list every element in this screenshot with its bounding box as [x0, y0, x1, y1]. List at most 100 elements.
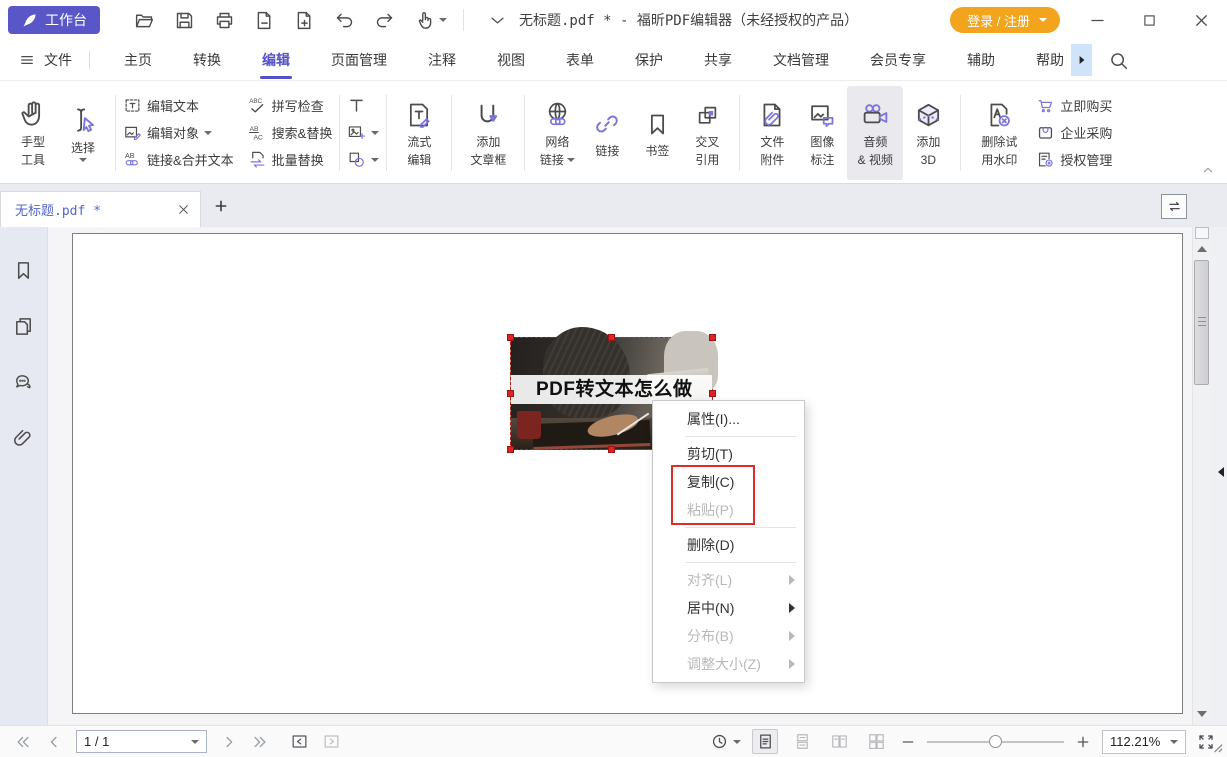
open-file-button[interactable]	[134, 10, 155, 31]
scroll-down-arrow[interactable]	[1197, 711, 1207, 717]
menu-home[interactable]: 主页	[124, 50, 152, 70]
menu-convert[interactable]: 转换	[193, 50, 221, 70]
auto-scroll-button[interactable]	[710, 732, 741, 751]
batch-replace-button[interactable]: 批量替换	[248, 149, 333, 171]
menu-member[interactable]: 会员专享	[870, 50, 926, 70]
hand-tool-button[interactable]: 手型 工具	[8, 86, 58, 180]
cross-reference-button[interactable]: 交叉 引用	[682, 86, 732, 180]
zoom-out-button[interactable]	[900, 734, 916, 750]
license-management-button[interactable]: 授权管理	[1036, 149, 1112, 171]
search-button[interactable]	[1108, 50, 1129, 71]
zoom-slider-thumb[interactable]	[989, 735, 1002, 748]
menu-help[interactable]: 帮助	[1036, 50, 1064, 70]
undo-button[interactable]	[334, 10, 355, 31]
file-attachment-button[interactable]: 文件 附件	[747, 86, 797, 180]
add-3d-button[interactable]: 添加 3D	[903, 86, 953, 180]
menu-edit[interactable]: 编辑	[262, 50, 290, 70]
resize-handle-w[interactable]	[507, 390, 514, 397]
resize-handle-e[interactable]	[709, 390, 716, 397]
context-menu-properties[interactable]: 属性(I)...	[653, 405, 804, 433]
page-number-combobox[interactable]: 1 / 1	[76, 730, 207, 753]
chevron-down-icon[interactable]	[488, 11, 507, 30]
single-page-view-button[interactable]	[752, 729, 778, 754]
close-button[interactable]	[1175, 0, 1227, 40]
save-button[interactable]	[174, 10, 195, 31]
last-page-button[interactable]	[251, 733, 269, 751]
maximize-button[interactable]	[1123, 0, 1175, 40]
spell-check-button[interactable]: ABC 拼写检查	[248, 95, 333, 117]
remove-page-button[interactable]	[254, 10, 275, 31]
menu-accessibility[interactable]: 辅助	[967, 50, 995, 70]
zoom-slider[interactable]	[927, 732, 1064, 752]
context-menu-distribute[interactable]: 分布(B)	[653, 622, 804, 650]
menu-doc-management[interactable]: 文档管理	[773, 50, 829, 70]
context-menu-center[interactable]: 居中(N)	[653, 594, 804, 622]
workspace-button[interactable]: 工作台	[8, 6, 100, 34]
facing-view-button[interactable]	[826, 729, 852, 754]
previous-page-button[interactable]	[45, 733, 63, 751]
resize-handle-nw[interactable]	[507, 334, 514, 341]
context-menu-resize[interactable]: 调整大小(Z)	[653, 650, 804, 678]
context-menu-paste[interactable]: 粘贴(P)	[653, 496, 804, 524]
resize-handle-s[interactable]	[608, 446, 615, 453]
menu-page-management[interactable]: 页面管理	[331, 50, 387, 70]
remove-trial-watermark-button[interactable]: 删除试 用水印	[968, 86, 1030, 180]
context-menu-cut[interactable]: 剪切(T)	[653, 440, 804, 468]
menu-form[interactable]: 表单	[566, 50, 594, 70]
first-page-button[interactable]	[14, 733, 32, 751]
menu-overflow-button[interactable]	[1071, 44, 1092, 76]
add-text-button[interactable]	[347, 95, 379, 117]
context-menu-copy[interactable]: 复制(C)	[653, 468, 804, 496]
context-menu-delete[interactable]: 删除(D)	[653, 531, 804, 559]
previous-view-button[interactable]	[290, 732, 309, 751]
bookmark-button[interactable]: 书签	[632, 86, 682, 180]
menu-file[interactable]: 文件	[18, 50, 72, 70]
print-button[interactable]	[214, 10, 235, 31]
scrollbar-thumb[interactable]	[1194, 260, 1209, 385]
switch-tabs-button[interactable]	[1161, 194, 1187, 219]
window-resize-grip[interactable]	[1205, 735, 1225, 755]
add-shape-button[interactable]	[347, 149, 379, 171]
sidebar-pages-button[interactable]	[12, 315, 35, 338]
context-menu-align[interactable]: 对齐(L)	[653, 566, 804, 594]
sidebar-comments-button[interactable]	[12, 371, 35, 394]
edit-object-button[interactable]: 编辑对象	[123, 122, 234, 144]
buy-now-button[interactable]: 立即购买	[1036, 95, 1112, 117]
vertical-scrollbar[interactable]	[1192, 227, 1210, 725]
edit-text-button[interactable]: 编辑文本	[123, 95, 234, 117]
menu-protect[interactable]: 保护	[635, 50, 663, 70]
minimize-button[interactable]	[1071, 0, 1123, 40]
web-link-button[interactable]: 网络 链接	[532, 86, 582, 180]
tab-close-icon[interactable]	[176, 202, 191, 217]
select-tool-button[interactable]: 选择	[58, 86, 108, 180]
next-view-button[interactable]	[322, 732, 341, 751]
stream-edit-button[interactable]: 流式 编辑	[394, 86, 444, 180]
zoom-in-button[interactable]	[1075, 734, 1091, 750]
enterprise-purchase-button[interactable]: 企业采购	[1036, 122, 1112, 144]
menu-view[interactable]: 视图	[497, 50, 525, 70]
next-page-button[interactable]	[220, 733, 238, 751]
scroll-up-arrow[interactable]	[1197, 246, 1207, 252]
audio-video-button[interactable]: 音频 & 视频	[847, 86, 903, 180]
continuous-view-button[interactable]	[789, 729, 815, 754]
resize-handle-sw[interactable]	[507, 446, 514, 453]
image-annotation-button[interactable]: 图像 标注	[797, 86, 847, 180]
sidebar-attachments-button[interactable]	[12, 427, 35, 450]
facing-continuous-view-button[interactable]	[863, 729, 889, 754]
document-tab[interactable]: 无标题.pdf *	[0, 191, 201, 227]
resize-handle-ne[interactable]	[709, 334, 716, 341]
login-register-button[interactable]: 登录 / 注册	[950, 7, 1060, 33]
menu-comment[interactable]: 注释	[428, 50, 456, 70]
link-merge-text-button[interactable]: AB 链接&合并文本	[123, 149, 234, 171]
redo-button[interactable]	[374, 10, 395, 31]
scrollbar-split-handle[interactable]	[1195, 227, 1209, 239]
link-button[interactable]: 链接	[582, 86, 632, 180]
add-article-box-button[interactable]: 添加 文章框	[459, 86, 517, 180]
resize-handle-n[interactable]	[608, 334, 615, 341]
zoom-level-combobox[interactable]: 112.21%	[1102, 730, 1186, 754]
search-replace-button[interactable]: ABAC 搜索&替换	[248, 122, 333, 144]
sidebar-bookmarks-button[interactable]	[12, 259, 35, 282]
menu-share[interactable]: 共享	[704, 50, 732, 70]
new-tab-button[interactable]	[213, 198, 229, 214]
touch-mode-button[interactable]	[414, 10, 447, 31]
